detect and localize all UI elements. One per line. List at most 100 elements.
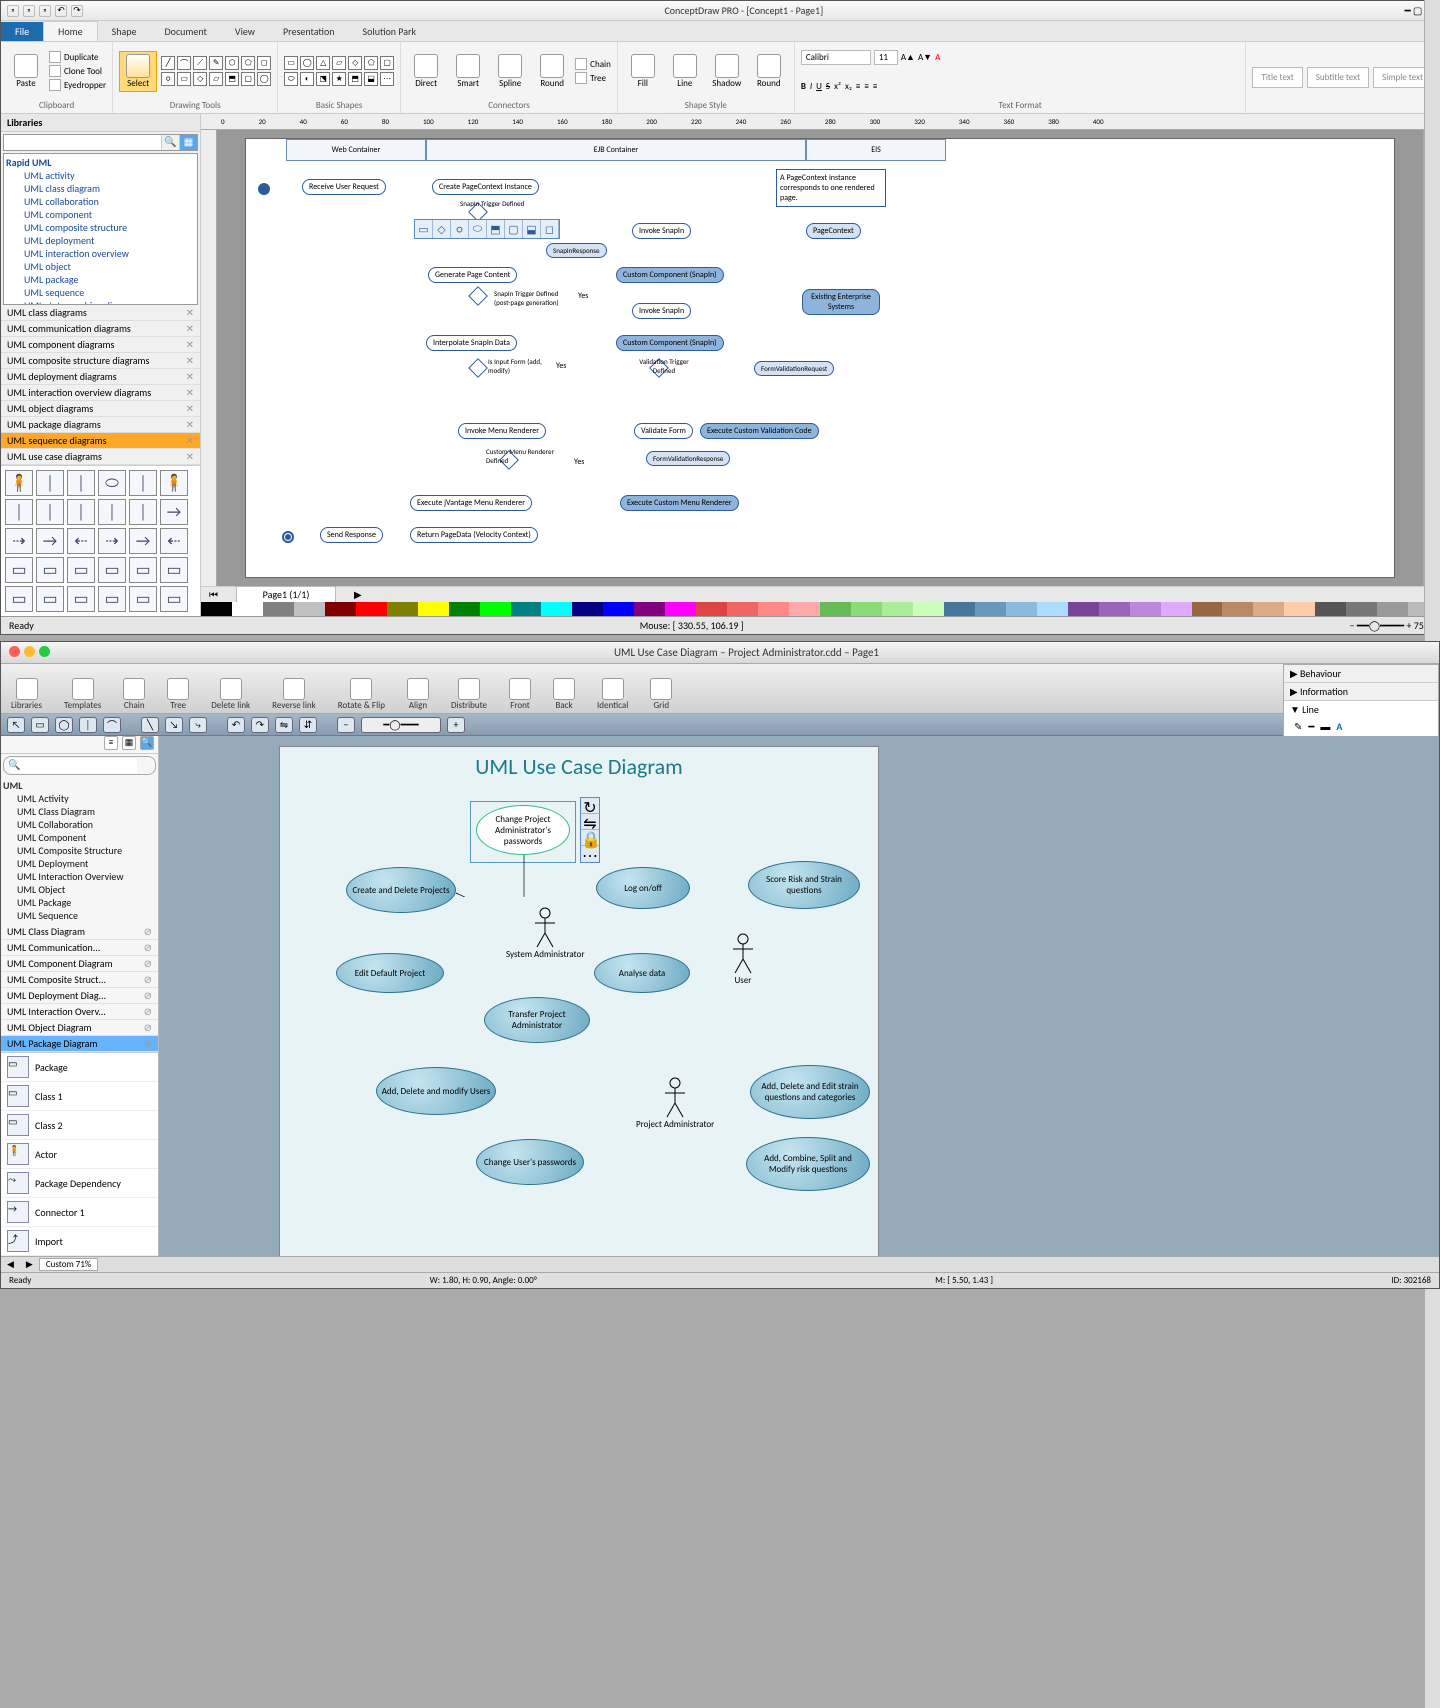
zoom-out-icon[interactable]: − (1350, 619, 1355, 632)
panel-information[interactable]: ▶ Information (1284, 683, 1438, 701)
library-item[interactable]: UML package diagrams✕ (1, 417, 200, 433)
color-swatch[interactable] (294, 602, 325, 616)
zoom-in-icon2[interactable]: + (447, 717, 465, 733)
flip-v-icon[interactable]: ⇵ (299, 717, 317, 733)
panel-line[interactable]: ▼ Line ✎ ━ ▬ A (1284, 701, 1438, 741)
activity-create[interactable]: Create PageContext Instance (432, 179, 539, 195)
style-title[interactable]: Title text (1252, 67, 1302, 88)
uc-log[interactable]: Log on/off (596, 867, 690, 909)
search-mode-icon[interactable]: ▦ (179, 135, 197, 150)
shape-stencil[interactable]: │ (36, 499, 64, 525)
color-swatch[interactable] (696, 602, 727, 616)
activity-cc2[interactable]: Custom Component (SnapIn) (616, 335, 724, 351)
color-swatch[interactable] (1130, 602, 1161, 616)
color-swatch[interactable] (727, 602, 758, 616)
qat-undo-icon[interactable]: ↶ (55, 5, 67, 17)
font-grow-icon[interactable]: A▲ (901, 52, 915, 63)
stencil-import[interactable]: ⤴Import (1, 1227, 158, 1256)
activity-eis[interactable]: Existing Enterprise Systems (802, 289, 880, 315)
activity-exec3[interactable]: Execute Custom Menu Renderer (620, 495, 739, 511)
shape-stencil[interactable]: ▭ (160, 586, 188, 612)
shape-stencil[interactable]: 🧍 (5, 470, 33, 496)
rotate-l-icon[interactable]: ↶ (227, 717, 245, 733)
color-swatch[interactable] (1315, 602, 1346, 616)
color-swatch[interactable] (511, 602, 542, 616)
color-swatch[interactable] (1161, 602, 1192, 616)
uc-transfer[interactable]: Transfer Project Administrator (484, 997, 590, 1043)
toolbar-front[interactable]: Front (509, 678, 531, 711)
tree-item[interactable]: UML component (6, 208, 195, 221)
library-item[interactable]: UML composite structure diagrams✕ (1, 353, 200, 369)
activity-interp[interactable]: Interpolate SnapIn Data (426, 335, 517, 351)
shape-stencil[interactable]: 🧍 (160, 470, 188, 496)
page-next-icon[interactable]: ▶ (354, 588, 362, 601)
zoom-slider2[interactable]: ━◯━━━ (361, 717, 441, 733)
activity-validate[interactable]: Validate Form (634, 423, 693, 439)
activity-gen[interactable]: Generate Page Content (428, 267, 517, 283)
tab-view[interactable]: View (221, 22, 269, 41)
connector3-icon[interactable]: ⤷ (189, 717, 207, 733)
line-style-icon[interactable]: ✎ (1294, 720, 1302, 733)
mac-library-item[interactable]: UML Component Diagram⊘ (1, 956, 158, 972)
decision-2[interactable] (468, 286, 488, 306)
activity-exec2[interactable]: Execute jVantage Menu Renderer (410, 495, 532, 511)
shape-stencil[interactable]: ⇠ (67, 528, 95, 554)
tree-item[interactable]: UML Deployment (3, 857, 156, 870)
qat-open-icon[interactable]: ▫ (23, 5, 35, 17)
toolbar-tree[interactable]: Tree (167, 678, 189, 711)
shape-stencil[interactable]: │ (67, 499, 95, 525)
color-swatch[interactable] (263, 602, 294, 616)
activity-fvr[interactable]: FormValidationRequest (754, 361, 834, 376)
shape-palette[interactable]: 🧍││⬭│🧍│││││→⇢→⇠⇢→⇠▭▭▭▭▭▭▭▭▭▭▭▭ (1, 465, 200, 616)
tree-item[interactable]: UML collaboration (6, 195, 195, 208)
library-item[interactable]: UML communication diagrams✕ (1, 321, 200, 337)
stencil-actor[interactable]: 🧍Actor (1, 1140, 158, 1169)
ellipse-tool-icon[interactable]: ◯ (55, 717, 73, 733)
activity-exec1[interactable]: Execute Custom Validation Code (700, 423, 819, 439)
select-tool[interactable]: Select (119, 51, 157, 92)
library-item[interactable]: UML sequence diagrams✕ (1, 433, 200, 449)
color-swatch[interactable] (541, 602, 572, 616)
search-input[interactable] (4, 135, 161, 150)
library-list[interactable]: UML class diagrams✕UML communication dia… (1, 305, 200, 465)
mac-canvas[interactable]: UML Use Case Diagram ↻ ⇋ 🔒 ⋯ Change Proj… (279, 746, 879, 1256)
note-pagecontext[interactable]: A PageContext instance corresponds to on… (776, 169, 886, 207)
toolbar-identical[interactable]: Identical (597, 678, 628, 711)
library-item[interactable]: UML class diagrams✕ (1, 305, 200, 321)
fill-button[interactable]: Fill (624, 51, 662, 92)
toolbar-reverse-link[interactable]: Reverse link (272, 678, 316, 711)
shape-stencil[interactable]: ▭ (5, 557, 33, 583)
shape-stencil[interactable]: │ (36, 470, 64, 496)
maximize-icon[interactable]: ▢ (1413, 4, 1422, 17)
connector-icon[interactable]: ╲ (141, 717, 159, 733)
color-swatch[interactable] (1068, 602, 1099, 616)
mac-library-item[interactable]: UML Class Diagram⊘ (1, 924, 158, 940)
toolbar-rotate-flip[interactable]: Rotate & Flip (338, 678, 385, 711)
tree-item[interactable]: UML Interaction Overview (3, 870, 156, 883)
tree-item[interactable]: UML Activity (3, 792, 156, 805)
diagram-canvas[interactable]: Web Container EJB Container EIS Receive … (245, 138, 1395, 578)
color-swatch[interactable] (944, 602, 975, 616)
tree-item[interactable]: UML package (6, 273, 195, 286)
toolbar-templates[interactable]: Templates (64, 678, 101, 711)
color-swatch[interactable] (356, 602, 387, 616)
sub-button[interactable]: x₂ (845, 81, 852, 92)
sel-lock-icon[interactable]: 🔒 (581, 830, 599, 846)
connector-chain[interactable]: Chain (575, 58, 611, 70)
shape-stencil[interactable]: ▭ (98, 586, 126, 612)
tree-item[interactable]: UML composite structure (6, 221, 195, 234)
tab-file[interactable]: File (1, 22, 43, 41)
shape-stencil[interactable]: │ (5, 499, 33, 525)
shape-stencil[interactable]: │ (67, 470, 95, 496)
duplicate-button[interactable]: Duplicate (49, 51, 106, 63)
mac-library-item[interactable]: UML Communication...⊘ (1, 940, 158, 956)
color-swatch[interactable] (851, 602, 882, 616)
toolbar-grid[interactable]: Grid (650, 678, 672, 711)
toolbar-libraries[interactable]: Libraries (11, 678, 42, 711)
shadow-button[interactable]: Shadow (708, 51, 746, 92)
tree-item[interactable]: UML Component (3, 831, 156, 844)
color-swatch[interactable] (1006, 602, 1037, 616)
tree-item[interactable]: UML activity (6, 169, 195, 182)
library-item[interactable]: UML interaction overview diagrams✕ (1, 385, 200, 401)
italic-button[interactable]: I (810, 81, 812, 92)
